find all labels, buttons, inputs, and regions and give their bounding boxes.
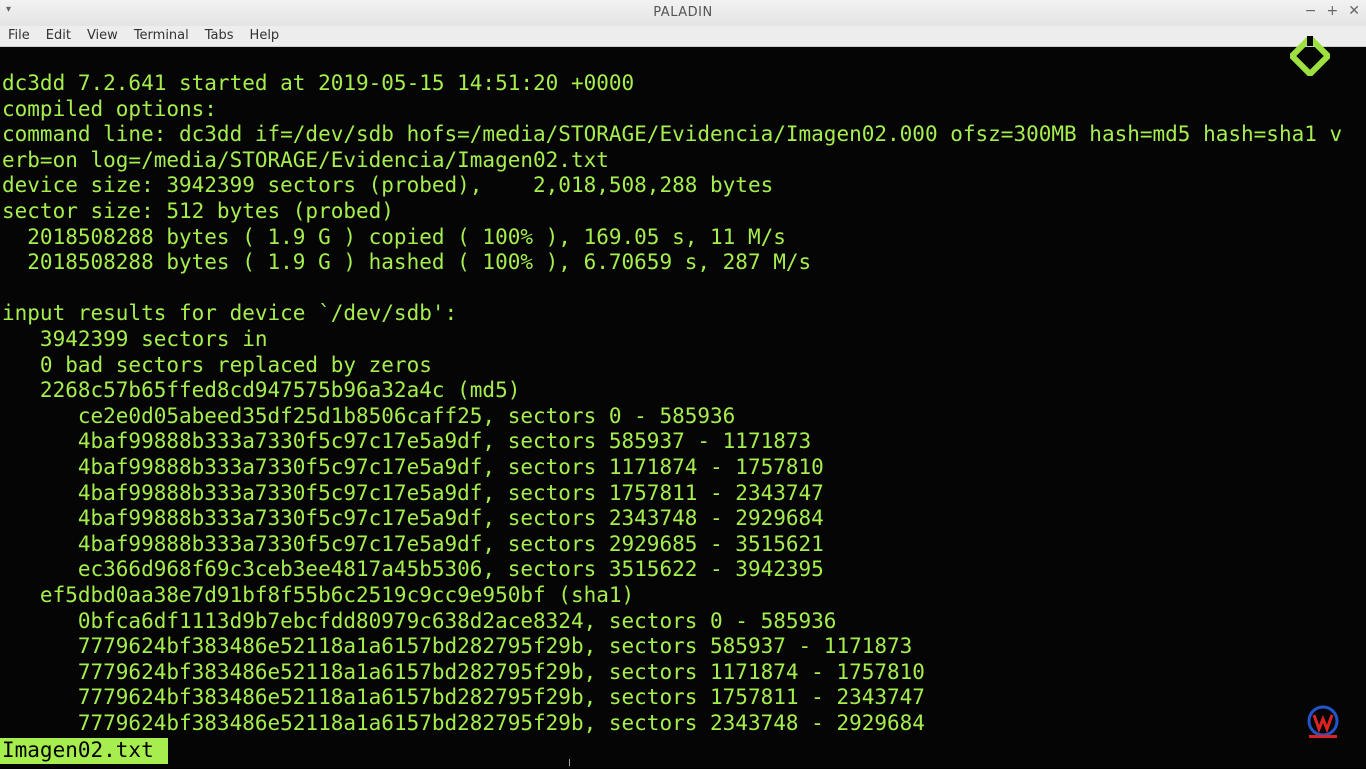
cursor-block xyxy=(153,738,166,762)
terminal-line: 4baf99888b333a7330f5c97c17e5a9df, sector… xyxy=(2,480,824,505)
terminal-line: 0 bad sectors replaced by zeros xyxy=(2,352,432,377)
terminal-line: dc3dd 7.2.641 started at 2019-05-15 14:5… xyxy=(2,71,635,95)
menu-file[interactable]: File xyxy=(0,26,38,46)
terminal-line: 4baf99888b333a7330f5c97c17e5a9df, sector… xyxy=(2,429,812,454)
menu-help[interactable]: Help xyxy=(242,26,288,46)
window-titlebar: ▾ PALADIN − + ✕ xyxy=(0,0,1366,26)
minimize-icon[interactable]: − xyxy=(1305,3,1317,19)
terminal-line: 7779624bf383486e52118a1a6157bd282795f29b… xyxy=(2,659,925,684)
terminal-line: ec366d968f69c3ceb3ee4817a45b5306, sector… xyxy=(2,557,824,582)
terminal-line: 2018508288 bytes ( 1.9 G ) hashed ( 100%… xyxy=(2,250,812,275)
terminal-line: 7779624bf383486e52118a1a6157bd282795f29b… xyxy=(2,711,925,735)
menu-view[interactable]: View xyxy=(79,26,126,46)
terminal-line: 0bfca6df1113d9b7ebcfdd80979c638d2ace8324… xyxy=(2,608,837,633)
status-filename-text: Imagen02.txt xyxy=(2,738,154,762)
status-filename: Imagen02.txt xyxy=(0,738,168,764)
terminal-line: compiled options: xyxy=(2,96,217,121)
terminal-line: ce2e0d05abeed35df25d1b8506caff25, sector… xyxy=(2,403,736,428)
terminal-line: 2268c57b65ffed8cd947575b96a32a4c (md5) xyxy=(2,378,521,403)
terminal-line: 2018508288 bytes ( 1.9 G ) copied ( 100%… xyxy=(2,224,786,249)
terminal-line: 4baf99888b333a7330f5c97c17e5a9df, sector… xyxy=(2,455,824,479)
close-icon[interactable]: ✕ xyxy=(1348,3,1360,19)
terminal-line: 4baf99888b333a7330f5c97c17e5a9df, sector… xyxy=(2,506,824,531)
window-controls: − + ✕ xyxy=(1305,3,1360,19)
terminal-line: 4baf99888b333a7330f5c97c17e5a9df, sector… xyxy=(2,531,824,556)
maximize-icon[interactable]: + xyxy=(1327,3,1339,19)
terminal-line: input results for device `/dev/sdb': xyxy=(2,301,458,326)
menu-terminal[interactable]: Terminal xyxy=(126,26,197,46)
menu-tabs[interactable]: Tabs xyxy=(197,26,242,46)
channel-watermark-icon xyxy=(1307,705,1339,738)
menu-edit[interactable]: Edit xyxy=(38,26,79,46)
menu-bar: File Edit View Terminal Tabs Help xyxy=(0,26,1366,47)
terminal-line: device size: 3942399 sectors (probed), 2… xyxy=(2,173,774,198)
window-title: PALADIN xyxy=(653,5,713,20)
terminal-line: ef5dbd0aa38e7d91bf8f55b6c2519c9cc9e950bf… xyxy=(2,583,635,607)
terminal-line: 3942399 sectors in xyxy=(2,327,268,351)
terminal-line: sector size: 512 bytes (probed) xyxy=(2,199,394,223)
terminal-line: erb=on log=/media/STORAGE/Evidencia/Imag… xyxy=(2,147,609,172)
terminal-line: 7779624bf383486e52118a1a6157bd282795f29b… xyxy=(2,634,913,659)
terminal-output[interactable]: dc3dd 7.2.641 started at 2019-05-15 14:5… xyxy=(0,47,1366,768)
terminal-line: command line: dc3dd if=/dev/sdb hofs=/me… xyxy=(2,122,1343,147)
paladin-logo-icon xyxy=(1290,36,1330,76)
terminal-line: 7779624bf383486e52118a1a6157bd282795f29b… xyxy=(2,685,925,710)
mouse-pointer-icon: I xyxy=(568,758,571,769)
